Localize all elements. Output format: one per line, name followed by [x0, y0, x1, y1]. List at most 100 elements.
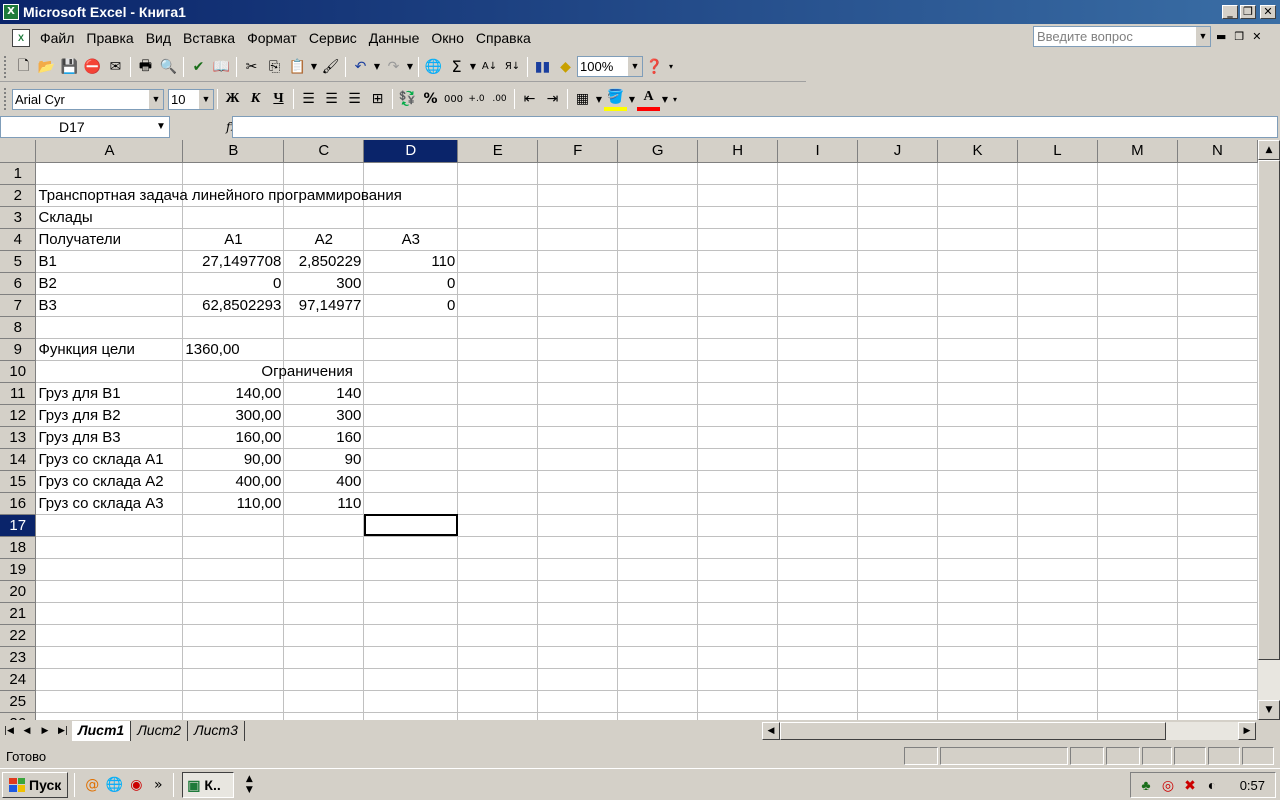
column-header-j[interactable]: J — [857, 140, 939, 163]
cell-j8[interactable] — [857, 316, 939, 339]
cell-d22[interactable] — [363, 624, 459, 647]
fill-color-icon[interactable]: 🪣 — [604, 88, 627, 111]
cell-c26[interactable] — [283, 712, 365, 720]
cell-g2[interactable] — [617, 184, 699, 207]
cell-c4[interactable]: A2 — [283, 228, 365, 251]
cell-l3[interactable] — [1017, 206, 1098, 229]
cell-e1[interactable] — [457, 162, 539, 185]
cell-k14[interactable] — [937, 448, 1018, 471]
cell-l26[interactable] — [1017, 712, 1098, 720]
insert-function-button[interactable]: fx — [170, 116, 237, 138]
redo-dropdown-icon[interactable]: ▼ — [405, 62, 415, 71]
cell-m12[interactable] — [1097, 404, 1178, 427]
cell-j5[interactable] — [857, 250, 939, 273]
chevron-down-icon[interactable]: ▼ — [153, 117, 169, 137]
cell-m14[interactable] — [1097, 448, 1178, 471]
last-sheet-icon[interactable]: ▶| — [54, 726, 72, 736]
cell-h1[interactable] — [697, 162, 779, 185]
column-header-e[interactable]: E — [457, 140, 539, 163]
cell-a20[interactable] — [35, 580, 184, 603]
cell-m11[interactable] — [1097, 382, 1178, 405]
cell-a16[interactable]: Груз со склада A3 — [35, 492, 184, 515]
cell-b15[interactable]: 400,00 — [182, 470, 285, 493]
cell-g9[interactable] — [617, 338, 699, 361]
cell-a5[interactable]: B1 — [35, 250, 184, 273]
cell-b1[interactable] — [182, 162, 285, 185]
cell-c23[interactable] — [283, 646, 365, 669]
cell-d26[interactable] — [363, 712, 459, 720]
cell-e15[interactable] — [457, 470, 539, 493]
borders-dropdown-icon[interactable]: ▼ — [594, 95, 604, 104]
cell-b23[interactable] — [182, 646, 285, 669]
cell-h5[interactable] — [697, 250, 779, 273]
cell-e18[interactable] — [457, 536, 539, 559]
column-header-c[interactable]: C — [283, 140, 365, 163]
cell-e7[interactable] — [457, 294, 539, 317]
cell-n25[interactable] — [1177, 690, 1258, 713]
cell-c19[interactable] — [283, 558, 365, 581]
paste-icon[interactable]: 📋 — [286, 55, 309, 78]
cell-d17[interactable] — [363, 514, 459, 537]
cell-f17[interactable] — [537, 514, 619, 537]
cell-g26[interactable] — [617, 712, 699, 720]
cell-c22[interactable] — [283, 624, 365, 647]
row-header-24[interactable]: 24 — [0, 668, 37, 691]
copy-icon[interactable]: ⎘ — [263, 55, 286, 78]
cell-f5[interactable] — [537, 250, 619, 273]
cell-d6[interactable]: 0 — [363, 272, 459, 295]
open-folder-icon[interactable]: 📂 — [35, 55, 58, 78]
cell-n4[interactable] — [1177, 228, 1258, 251]
cell-k10[interactable] — [937, 360, 1018, 383]
cell-k5[interactable] — [937, 250, 1018, 273]
cell-a22[interactable] — [35, 624, 184, 647]
cell-j16[interactable] — [857, 492, 939, 515]
paste-dropdown-icon[interactable]: ▼ — [309, 62, 319, 71]
print-icon[interactable]: 🖶 — [134, 55, 157, 78]
row-header-16[interactable]: 16 — [0, 492, 37, 515]
cell-l15[interactable] — [1017, 470, 1098, 493]
cell-a17[interactable] — [35, 514, 184, 537]
cell-n6[interactable] — [1177, 272, 1258, 295]
cell-k15[interactable] — [937, 470, 1018, 493]
cell-f12[interactable] — [537, 404, 619, 427]
cell-k25[interactable] — [937, 690, 1018, 713]
cell-b9[interactable]: 1360,00 — [182, 338, 285, 361]
cell-h13[interactable] — [697, 426, 779, 449]
cell-a8[interactable] — [35, 316, 184, 339]
workbook-restore-button[interactable]: ❐ — [1234, 30, 1244, 43]
restore-button[interactable]: ❐ — [1240, 5, 1256, 19]
cell-k24[interactable] — [937, 668, 1018, 691]
cell-b18[interactable] — [182, 536, 285, 559]
cell-j11[interactable] — [857, 382, 939, 405]
cell-b12[interactable]: 300,00 — [182, 404, 285, 427]
cell-e23[interactable] — [457, 646, 539, 669]
cell-n9[interactable] — [1177, 338, 1258, 361]
workbook-close-button[interactable]: ✕ — [1252, 30, 1261, 43]
cell-c12[interactable]: 300 — [283, 404, 365, 427]
cell-i25[interactable] — [777, 690, 859, 713]
cell-e10[interactable] — [457, 360, 539, 383]
cell-j14[interactable] — [857, 448, 939, 471]
horizontal-scrollbar[interactable]: ◀ ▶ — [762, 722, 1256, 740]
cell-h7[interactable] — [697, 294, 779, 317]
cell-d5[interactable]: 110 — [363, 250, 459, 273]
chevron-down-icon[interactable]: ▼ — [628, 57, 642, 76]
new-document-icon[interactable]: 🗋 — [12, 55, 35, 78]
column-header-k[interactable]: K — [937, 140, 1018, 163]
cell-b26[interactable] — [182, 712, 285, 720]
cell-n2[interactable] — [1177, 184, 1258, 207]
cell-j18[interactable] — [857, 536, 939, 559]
cell-b16[interactable]: 110,00 — [182, 492, 285, 515]
cell-c20[interactable] — [283, 580, 365, 603]
cell-e16[interactable] — [457, 492, 539, 515]
increase-indent-icon[interactable]: ⇥ — [541, 88, 564, 111]
cell-m19[interactable] — [1097, 558, 1178, 581]
scroll-down-icon[interactable]: ▼ — [1258, 700, 1280, 720]
column-header-a[interactable]: A — [35, 140, 184, 163]
column-header-b[interactable]: B — [182, 140, 285, 163]
autosum-dropdown-icon[interactable]: ▼ — [468, 62, 478, 71]
cell-e12[interactable] — [457, 404, 539, 427]
cell-i15[interactable] — [777, 470, 859, 493]
cell-j9[interactable] — [857, 338, 939, 361]
start-button[interactable]: Пуск — [2, 771, 69, 798]
